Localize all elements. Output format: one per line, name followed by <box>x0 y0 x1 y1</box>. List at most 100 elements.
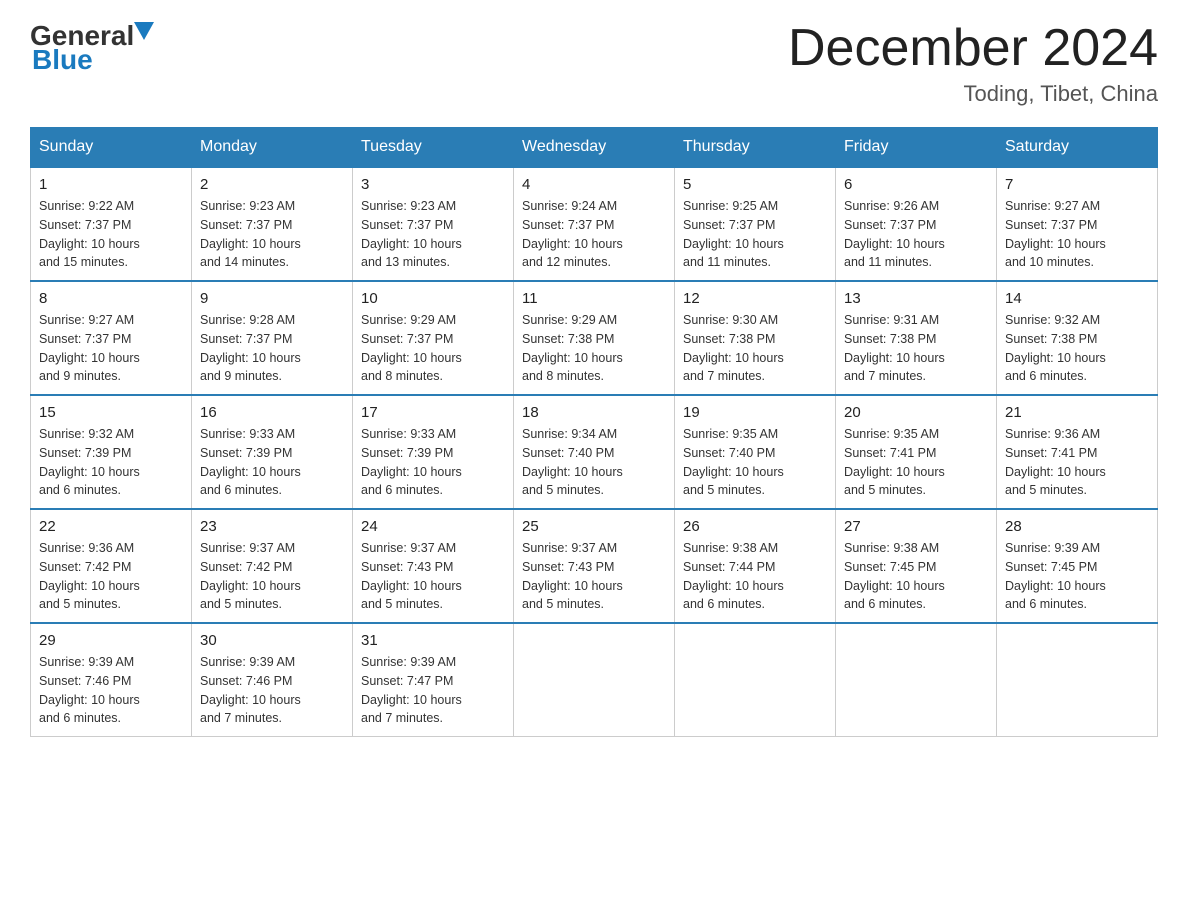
day-number: 15 <box>39 404 183 421</box>
table-row <box>675 623 836 737</box>
day-info: Sunrise: 9:39 AM Sunset: 7:45 PM Dayligh… <box>1005 539 1149 614</box>
day-number: 19 <box>683 404 827 421</box>
day-number: 29 <box>39 632 183 649</box>
day-info: Sunrise: 9:35 AM Sunset: 7:40 PM Dayligh… <box>683 425 827 500</box>
day-info: Sunrise: 9:38 AM Sunset: 7:45 PM Dayligh… <box>844 539 988 614</box>
table-row: 16 Sunrise: 9:33 AM Sunset: 7:39 PM Dayl… <box>192 395 353 509</box>
table-row: 30 Sunrise: 9:39 AM Sunset: 7:46 PM Dayl… <box>192 623 353 737</box>
day-number: 20 <box>844 404 988 421</box>
day-info: Sunrise: 9:23 AM Sunset: 7:37 PM Dayligh… <box>200 197 344 272</box>
day-number: 9 <box>200 290 344 307</box>
day-info: Sunrise: 9:34 AM Sunset: 7:40 PM Dayligh… <box>522 425 666 500</box>
table-row: 2 Sunrise: 9:23 AM Sunset: 7:37 PM Dayli… <box>192 167 353 281</box>
logo-triangle-icon <box>134 22 154 50</box>
table-row: 18 Sunrise: 9:34 AM Sunset: 7:40 PM Dayl… <box>514 395 675 509</box>
day-info: Sunrise: 9:32 AM Sunset: 7:38 PM Dayligh… <box>1005 311 1149 386</box>
calendar-week-row: 22 Sunrise: 9:36 AM Sunset: 7:42 PM Dayl… <box>31 509 1158 623</box>
table-row: 15 Sunrise: 9:32 AM Sunset: 7:39 PM Dayl… <box>31 395 192 509</box>
days-header-row: Sunday Monday Tuesday Wednesday Thursday… <box>31 128 1158 168</box>
table-row: 22 Sunrise: 9:36 AM Sunset: 7:42 PM Dayl… <box>31 509 192 623</box>
header-wednesday: Wednesday <box>514 128 675 168</box>
day-info: Sunrise: 9:22 AM Sunset: 7:37 PM Dayligh… <box>39 197 183 272</box>
table-row <box>997 623 1158 737</box>
day-number: 30 <box>200 632 344 649</box>
title-section: December 2024 Toding, Tibet, China <box>788 20 1158 107</box>
table-row <box>836 623 997 737</box>
table-row: 31 Sunrise: 9:39 AM Sunset: 7:47 PM Dayl… <box>353 623 514 737</box>
day-number: 28 <box>1005 518 1149 535</box>
day-number: 13 <box>844 290 988 307</box>
day-number: 31 <box>361 632 505 649</box>
header-monday: Monday <box>192 128 353 168</box>
day-number: 27 <box>844 518 988 535</box>
day-info: Sunrise: 9:33 AM Sunset: 7:39 PM Dayligh… <box>200 425 344 500</box>
day-number: 16 <box>200 404 344 421</box>
header-tuesday: Tuesday <box>353 128 514 168</box>
day-info: Sunrise: 9:38 AM Sunset: 7:44 PM Dayligh… <box>683 539 827 614</box>
day-number: 2 <box>200 176 344 193</box>
day-info: Sunrise: 9:36 AM Sunset: 7:42 PM Dayligh… <box>39 539 183 614</box>
logo: General Blue <box>30 20 154 76</box>
day-number: 18 <box>522 404 666 421</box>
day-number: 14 <box>1005 290 1149 307</box>
day-number: 17 <box>361 404 505 421</box>
table-row: 5 Sunrise: 9:25 AM Sunset: 7:37 PM Dayli… <box>675 167 836 281</box>
day-number: 4 <box>522 176 666 193</box>
day-number: 24 <box>361 518 505 535</box>
page-header: General Blue December 2024 Toding, Tibet… <box>30 20 1158 107</box>
logo-blue-text: Blue <box>32 44 93 76</box>
day-info: Sunrise: 9:24 AM Sunset: 7:37 PM Dayligh… <box>522 197 666 272</box>
table-row: 14 Sunrise: 9:32 AM Sunset: 7:38 PM Dayl… <box>997 281 1158 395</box>
day-info: Sunrise: 9:36 AM Sunset: 7:41 PM Dayligh… <box>1005 425 1149 500</box>
day-info: Sunrise: 9:39 AM Sunset: 7:46 PM Dayligh… <box>39 653 183 728</box>
day-number: 21 <box>1005 404 1149 421</box>
table-row: 10 Sunrise: 9:29 AM Sunset: 7:37 PM Dayl… <box>353 281 514 395</box>
table-row: 21 Sunrise: 9:36 AM Sunset: 7:41 PM Dayl… <box>997 395 1158 509</box>
header-saturday: Saturday <box>997 128 1158 168</box>
calendar-week-row: 8 Sunrise: 9:27 AM Sunset: 7:37 PM Dayli… <box>31 281 1158 395</box>
table-row: 28 Sunrise: 9:39 AM Sunset: 7:45 PM Dayl… <box>997 509 1158 623</box>
day-info: Sunrise: 9:25 AM Sunset: 7:37 PM Dayligh… <box>683 197 827 272</box>
day-number: 25 <box>522 518 666 535</box>
table-row: 9 Sunrise: 9:28 AM Sunset: 7:37 PM Dayli… <box>192 281 353 395</box>
table-row: 29 Sunrise: 9:39 AM Sunset: 7:46 PM Dayl… <box>31 623 192 737</box>
day-number: 10 <box>361 290 505 307</box>
day-info: Sunrise: 9:28 AM Sunset: 7:37 PM Dayligh… <box>200 311 344 386</box>
day-number: 6 <box>844 176 988 193</box>
day-info: Sunrise: 9:29 AM Sunset: 7:37 PM Dayligh… <box>361 311 505 386</box>
table-row: 4 Sunrise: 9:24 AM Sunset: 7:37 PM Dayli… <box>514 167 675 281</box>
location-label: Toding, Tibet, China <box>788 81 1158 107</box>
day-number: 8 <box>39 290 183 307</box>
day-info: Sunrise: 9:27 AM Sunset: 7:37 PM Dayligh… <box>39 311 183 386</box>
day-info: Sunrise: 9:30 AM Sunset: 7:38 PM Dayligh… <box>683 311 827 386</box>
day-number: 7 <box>1005 176 1149 193</box>
day-number: 5 <box>683 176 827 193</box>
day-info: Sunrise: 9:33 AM Sunset: 7:39 PM Dayligh… <box>361 425 505 500</box>
day-number: 22 <box>39 518 183 535</box>
table-row: 19 Sunrise: 9:35 AM Sunset: 7:40 PM Dayl… <box>675 395 836 509</box>
header-friday: Friday <box>836 128 997 168</box>
day-info: Sunrise: 9:26 AM Sunset: 7:37 PM Dayligh… <box>844 197 988 272</box>
day-info: Sunrise: 9:39 AM Sunset: 7:47 PM Dayligh… <box>361 653 505 728</box>
table-row: 27 Sunrise: 9:38 AM Sunset: 7:45 PM Dayl… <box>836 509 997 623</box>
header-thursday: Thursday <box>675 128 836 168</box>
calendar-week-row: 29 Sunrise: 9:39 AM Sunset: 7:46 PM Dayl… <box>31 623 1158 737</box>
day-info: Sunrise: 9:37 AM Sunset: 7:42 PM Dayligh… <box>200 539 344 614</box>
table-row: 7 Sunrise: 9:27 AM Sunset: 7:37 PM Dayli… <box>997 167 1158 281</box>
table-row: 3 Sunrise: 9:23 AM Sunset: 7:37 PM Dayli… <box>353 167 514 281</box>
table-row: 11 Sunrise: 9:29 AM Sunset: 7:38 PM Dayl… <box>514 281 675 395</box>
day-info: Sunrise: 9:23 AM Sunset: 7:37 PM Dayligh… <box>361 197 505 272</box>
day-info: Sunrise: 9:29 AM Sunset: 7:38 PM Dayligh… <box>522 311 666 386</box>
day-number: 23 <box>200 518 344 535</box>
table-row: 17 Sunrise: 9:33 AM Sunset: 7:39 PM Dayl… <box>353 395 514 509</box>
table-row: 20 Sunrise: 9:35 AM Sunset: 7:41 PM Dayl… <box>836 395 997 509</box>
table-row: 13 Sunrise: 9:31 AM Sunset: 7:38 PM Dayl… <box>836 281 997 395</box>
table-row: 24 Sunrise: 9:37 AM Sunset: 7:43 PM Dayl… <box>353 509 514 623</box>
table-row: 25 Sunrise: 9:37 AM Sunset: 7:43 PM Dayl… <box>514 509 675 623</box>
day-info: Sunrise: 9:27 AM Sunset: 7:37 PM Dayligh… <box>1005 197 1149 272</box>
day-number: 3 <box>361 176 505 193</box>
day-number: 26 <box>683 518 827 535</box>
table-row: 6 Sunrise: 9:26 AM Sunset: 7:37 PM Dayli… <box>836 167 997 281</box>
table-row: 8 Sunrise: 9:27 AM Sunset: 7:37 PM Dayli… <box>31 281 192 395</box>
day-info: Sunrise: 9:37 AM Sunset: 7:43 PM Dayligh… <box>361 539 505 614</box>
